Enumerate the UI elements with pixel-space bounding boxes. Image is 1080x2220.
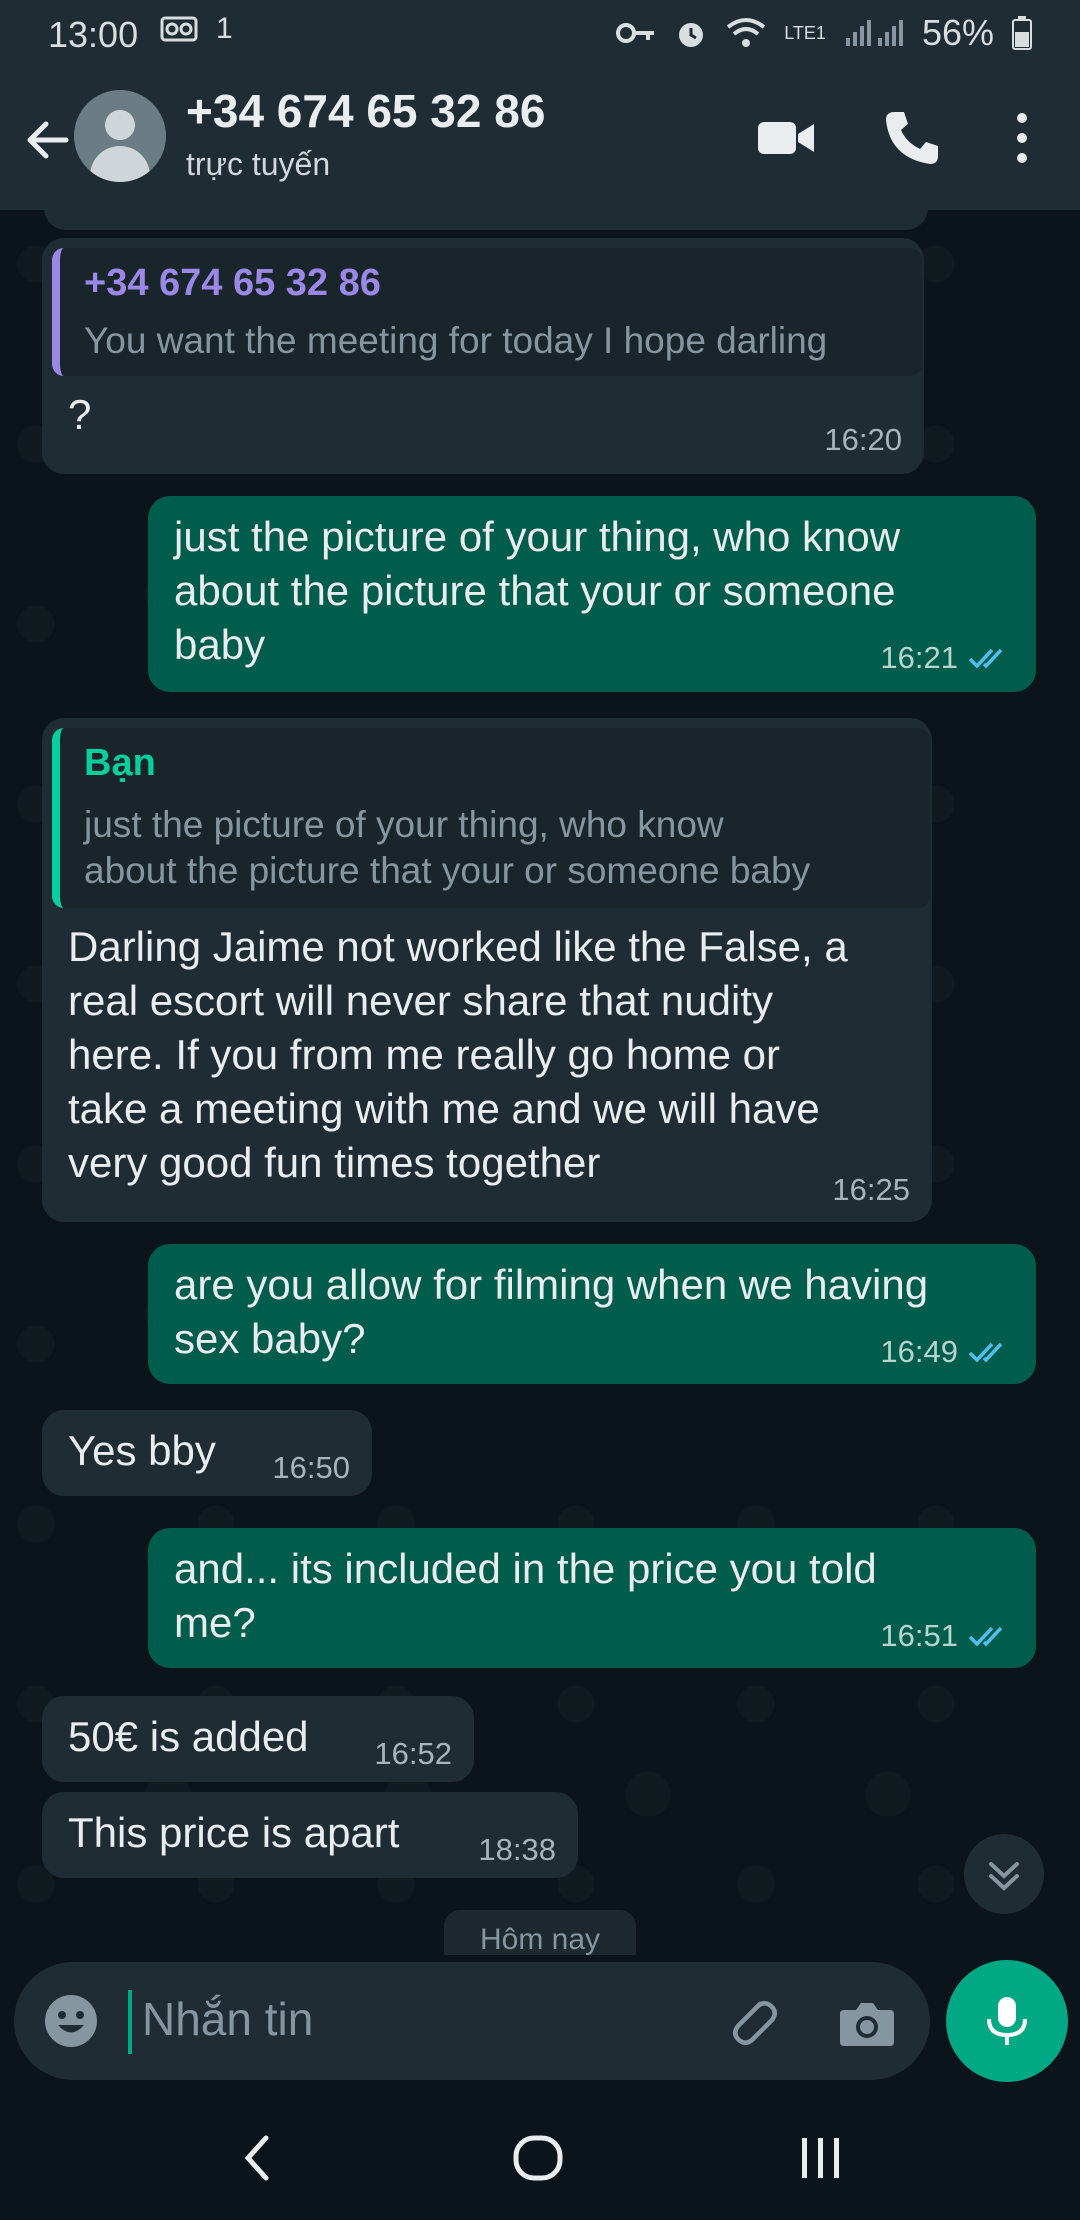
video-call-icon[interactable] (754, 106, 818, 170)
key-icon (616, 23, 655, 43)
avatar-head (105, 110, 135, 140)
read-ticks-icon (968, 1626, 1003, 1647)
message-time: 18:38 (478, 1832, 556, 1867)
battery-icon (1012, 16, 1032, 50)
system-navigation-bar (0, 2092, 1080, 2220)
camera-icon[interactable] (836, 1992, 898, 2054)
message-text: 50€ is added (68, 1713, 309, 1760)
message-line: me? (174, 1599, 256, 1646)
chat-header: +34 674 65 32 86 trực tuyến (0, 66, 1080, 210)
nav-back-icon[interactable] (228, 2128, 288, 2188)
date-separator: Hôm nay (444, 1910, 636, 1955)
contact-name[interactable]: +34 674 65 32 86 (186, 84, 545, 138)
message-line: take a meeting with me and we will have (68, 1085, 820, 1132)
message-bubble-incoming[interactable]: +34 674 65 32 86 You want the meeting fo… (42, 238, 924, 474)
message-line: real escort will never share that nudity (68, 977, 773, 1024)
message-line: just the picture of your thing, who know (174, 513, 901, 560)
message-text: ? (68, 391, 92, 438)
message-bubble-incoming[interactable]: This price is apart 18:38 (42, 1792, 578, 1878)
previous-message-bubble (44, 210, 928, 230)
voicemail-icon (160, 16, 198, 42)
nav-home-icon[interactable] (508, 2128, 568, 2188)
avatar[interactable] (74, 90, 166, 182)
microphone-icon (987, 1997, 1027, 2045)
sim-indicator: 1 (216, 12, 233, 45)
quoted-author: Bạn (84, 742, 156, 784)
status-time: 13:00 (48, 14, 139, 55)
message-bubble-outgoing[interactable]: just the picture of your thing, who know… (148, 496, 1036, 692)
message-line: here. If you from me really go home or (68, 1031, 780, 1078)
message-line: baby (174, 621, 266, 668)
quoted-text: You want the meeting for today I hope da… (84, 320, 828, 361)
wifi-icon (727, 18, 766, 47)
phone-call-icon[interactable] (880, 106, 944, 170)
status-bar: 13:00 1 LTE1 56% (0, 0, 1080, 66)
quoted-message[interactable]: Bạn just the picture of your thing, who … (52, 728, 930, 908)
read-ticks-icon (968, 1342, 1003, 1363)
chat-area[interactable]: +34 674 65 32 86 You want the meeting fo… (0, 210, 1080, 1955)
nav-recents-icon[interactable] (790, 2128, 850, 2188)
quoted-author: +34 674 65 32 86 (84, 262, 381, 304)
network-label: LTE1 (784, 22, 826, 43)
message-line: Darling Jaime not worked like the False,… (68, 923, 848, 970)
message-time: 16:52 (374, 1736, 452, 1771)
message-time: 16:50 (272, 1450, 350, 1485)
message-bubble-incoming[interactable]: Yes bby 16:50 (42, 1410, 372, 1496)
back-arrow-icon[interactable] (18, 110, 78, 170)
message-time: 16:20 (824, 422, 902, 457)
double-chevron-down-icon (989, 1862, 1019, 1891)
contact-status: trực tuyến (186, 146, 331, 182)
voice-message-button[interactable] (946, 1960, 1068, 2082)
text-cursor (128, 1990, 132, 2054)
message-time: 16:51 (880, 1618, 958, 1653)
quoted-line: about the picture that your or someone b… (84, 850, 811, 891)
message-line: sex baby? (174, 1315, 366, 1362)
more-options-icon[interactable] (990, 106, 1054, 170)
alarm-icon (679, 23, 704, 47)
message-line: very good fun times together (68, 1139, 601, 1186)
message-bubble-outgoing[interactable]: and... its included in the price you tol… (148, 1528, 1036, 1668)
scroll-to-bottom-button[interactable] (964, 1834, 1044, 1914)
message-input[interactable]: Nhắn tin (142, 1992, 313, 2046)
message-composer[interactable]: Nhắn tin (14, 1962, 930, 2080)
quoted-line: just the picture of your thing, who know (84, 804, 724, 845)
message-bubble-incoming[interactable]: 50€ is added 16:52 (42, 1696, 474, 1782)
quoted-message[interactable]: +34 674 65 32 86 You want the meeting fo… (52, 248, 922, 376)
attach-icon[interactable] (720, 1990, 782, 2052)
message-bubble-incoming[interactable]: Bạn just the picture of your thing, who … (42, 718, 932, 1222)
message-text: This price is apart (68, 1809, 400, 1856)
signal-icon (845, 20, 903, 46)
message-time: 16:21 (880, 640, 958, 675)
emoji-icon[interactable] (42, 1992, 100, 2050)
read-ticks-icon (968, 648, 1003, 669)
message-time: 16:49 (880, 1334, 958, 1369)
avatar-body (90, 146, 150, 182)
message-line: about the picture that your or someone (174, 567, 896, 614)
message-time: 16:25 (832, 1172, 910, 1207)
message-line: and... its included in the price you tol… (174, 1545, 877, 1592)
message-bubble-outgoing[interactable]: are you allow for filming when we having… (148, 1244, 1036, 1384)
message-text: Yes bby (68, 1427, 216, 1474)
battery-percentage: 56% (921, 12, 994, 53)
message-line: are you allow for filming when we having (174, 1261, 929, 1308)
